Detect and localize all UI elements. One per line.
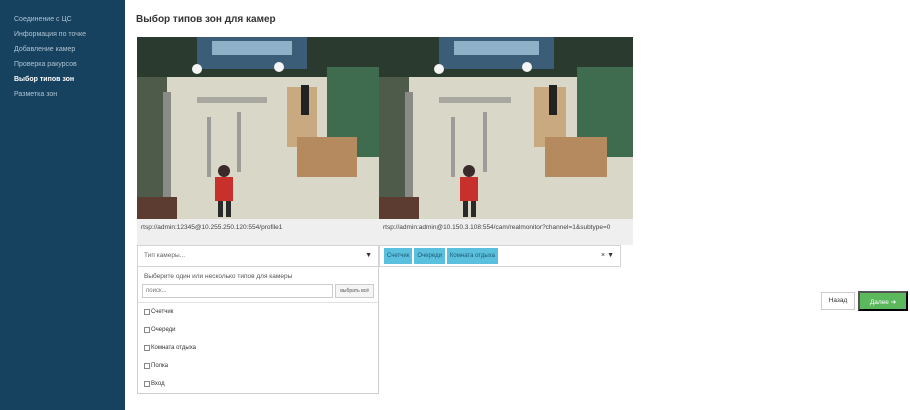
clear-icon[interactable]: × (601, 252, 605, 259)
sidebar-item-zone-types[interactable]: Выбор типов зон (0, 72, 125, 87)
camera-preview-image (379, 37, 633, 219)
camera-url: rtsp://admin:admin@10.150.3.108:554/cam/… (379, 219, 633, 245)
checkbox[interactable] (144, 381, 150, 387)
option-rest-room[interactable]: Комната отдыха (138, 339, 378, 357)
search-input[interactable] (142, 284, 334, 298)
sidebar-item-check-angles[interactable]: Проверка ракурсов (0, 57, 125, 72)
dropdown-options: Счетчик Очереди Комната отдыха Полка Вхо… (138, 302, 378, 393)
main-content: Выбор типов зон для камер rtsp://admin:1… (125, 0, 910, 410)
sidebar-item-connection[interactable]: Соединение с ЦС (0, 12, 125, 27)
option-label: Очереди (151, 327, 176, 333)
option-label: Полка (151, 363, 169, 369)
option-queues[interactable]: Очереди (138, 321, 378, 339)
checkbox[interactable] (144, 363, 150, 369)
zone-type-select[interactable]: Тип камеры... ▼ (137, 245, 379, 267)
camera-card-1: rtsp://admin:12345@10.255.250.120:554/pr… (137, 37, 379, 394)
zone-tag-rest-room[interactable]: Комната отдыха (446, 248, 498, 264)
sidebar-item-point-info[interactable]: Информация по точке (0, 27, 125, 42)
multiselect-controls: × ▼ (601, 252, 614, 259)
sidebar: Соединение с ЦС Информация по точке Доба… (0, 0, 125, 410)
page-title: Выбор типов зон для камер (136, 14, 276, 25)
checkbox[interactable] (144, 309, 150, 315)
option-label: Комната отдыха (151, 345, 196, 351)
option-label: Вход (151, 381, 165, 387)
select-all-button[interactable]: выбрать всё (335, 284, 374, 298)
chevron-down-icon[interactable]: ▼ (607, 252, 614, 259)
next-button[interactable]: Далее ➔ (858, 291, 908, 311)
zone-tag-queues[interactable]: Очереди (414, 248, 445, 264)
camera-card-2: rtsp://admin:admin@10.150.3.108:554/cam/… (379, 37, 633, 267)
option-label: Счетчик (151, 309, 174, 315)
sidebar-item-add-cameras[interactable]: Добавление камер (0, 42, 125, 57)
zone-type-dropdown: Выберите один или несколько типов для ка… (137, 267, 379, 394)
back-button[interactable]: Назад (821, 292, 855, 310)
option-counter[interactable]: Счетчик (138, 303, 378, 321)
checkbox[interactable] (144, 345, 150, 351)
camera-preview-image (137, 37, 379, 219)
sidebar-item-zone-markup[interactable]: Разметка зон (0, 87, 125, 102)
zone-type-multiselect[interactable]: Счетчик Очереди Комната отдыха × ▼ (379, 245, 621, 267)
dropdown-search: выбрать всё (142, 284, 374, 298)
dropdown-hint: Выберите один или несколько типов для ка… (144, 273, 293, 280)
option-entrance[interactable]: Вход (138, 375, 378, 393)
checkbox[interactable] (144, 327, 150, 333)
chevron-down-icon[interactable]: ▼ (365, 252, 372, 259)
option-shelf[interactable]: Полка (138, 357, 378, 375)
zone-tag-counter[interactable]: Счетчик (384, 248, 413, 264)
camera-url: rtsp://admin:12345@10.255.250.120:554/pr… (137, 219, 379, 245)
zone-type-placeholder: Тип камеры... (144, 252, 186, 259)
